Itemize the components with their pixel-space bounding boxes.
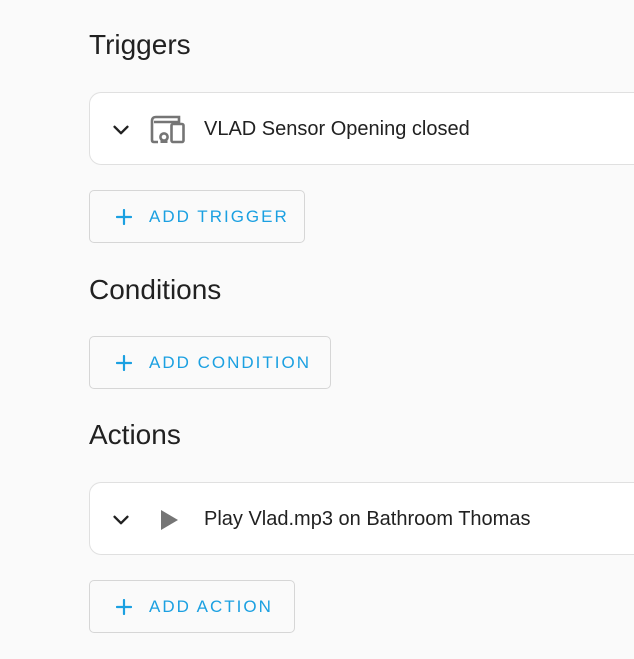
plus-icon bbox=[116, 208, 132, 225]
plus-icon bbox=[116, 354, 132, 371]
add-trigger-label: ADD TRIGGER bbox=[149, 206, 289, 226]
chevron-down-icon[interactable] bbox=[110, 509, 132, 531]
chevron-down-icon[interactable] bbox=[110, 119, 132, 141]
triggers-heading: Triggers bbox=[89, 29, 191, 60]
add-condition-button[interactable]: ADD CONDITION bbox=[89, 336, 331, 389]
add-action-button[interactable]: ADD ACTION bbox=[89, 580, 295, 633]
play-icon bbox=[161, 510, 178, 530]
trigger-card[interactable]: VLAD Sensor Opening closed bbox=[89, 92, 634, 165]
add-trigger-button[interactable]: ADD TRIGGER bbox=[89, 190, 305, 243]
add-condition-label: ADD CONDITION bbox=[149, 352, 311, 372]
automation-editor: Triggers VLAD Sensor Opening closed ADD … bbox=[0, 0, 634, 659]
plus-icon bbox=[116, 598, 132, 615]
trigger-label: VLAD Sensor Opening closed bbox=[204, 118, 470, 140]
actions-heading: Actions bbox=[89, 419, 181, 450]
add-action-label: ADD ACTION bbox=[149, 596, 273, 616]
device-icon bbox=[150, 115, 185, 144]
action-label: Play Vlad.mp3 on Bathroom Thomas bbox=[204, 508, 531, 530]
action-card[interactable]: Play Vlad.mp3 on Bathroom Thomas bbox=[89, 482, 634, 555]
conditions-heading: Conditions bbox=[89, 274, 222, 305]
